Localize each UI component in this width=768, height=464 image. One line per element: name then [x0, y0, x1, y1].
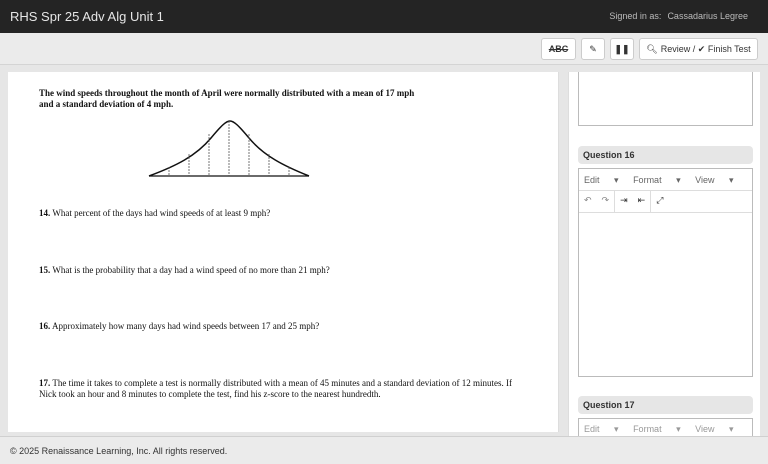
- menu-view[interactable]: View ▾: [695, 424, 733, 434]
- outdent-icon[interactable]: ⇤: [633, 191, 651, 212]
- question-16: 16. Approximately how many days had wind…: [39, 321, 319, 332]
- spellcheck-button[interactable]: ABC: [541, 38, 576, 60]
- question-17-header: Question 17: [578, 396, 753, 414]
- question-14: 14. What percent of the days had wind sp…: [39, 208, 270, 219]
- app-header: RHS Spr 25 Adv Alg Unit 1 Signed in as: C…: [0, 0, 768, 33]
- question-text: Approximately how many days had wind spe…: [52, 321, 320, 331]
- question-15: 15. What is the probability that a day h…: [39, 265, 330, 276]
- question-number: 15.: [39, 265, 51, 275]
- intro-text: The wind speeds throughout the month of …: [39, 88, 415, 109]
- answer-editor-15[interactable]: [578, 72, 753, 126]
- user-name: Cassadarius Legree: [667, 11, 748, 21]
- abc-label: ABC: [548, 44, 569, 54]
- editor-toolbar: ↶ ↷ ⇥ ⇤ ⤢: [579, 191, 752, 213]
- indent-icon[interactable]: ⇥: [615, 191, 633, 212]
- check-icon: ✔: [697, 43, 706, 54]
- menu-view[interactable]: View ▾: [695, 175, 733, 185]
- review-finish-button[interactable]: 🔍︎ Review / ✔ Finish Test: [639, 38, 758, 60]
- pause-button[interactable]: ❚❚: [610, 38, 634, 60]
- notes-button[interactable]: ✎: [581, 38, 605, 60]
- menu-edit[interactable]: Edit ▾: [584, 175, 619, 185]
- normal-curve-image: [148, 120, 310, 177]
- menu-edit[interactable]: Edit ▾: [584, 424, 619, 434]
- answer-editor-17: Edit ▾ Format ▾ View ▾: [578, 418, 753, 436]
- redo-icon[interactable]: ↷: [597, 191, 615, 212]
- toolbar: ABC ✎ ❚❚ 🔍︎ Review / ✔ Finish Test: [0, 33, 768, 65]
- footer: © 2025 Renaissance Learning, Inc. All ri…: [0, 436, 768, 464]
- review-label: Review /: [660, 44, 696, 54]
- question-number: 17.: [39, 378, 51, 388]
- undo-icon[interactable]: ↶: [579, 191, 597, 212]
- finish-label: Finish Test: [707, 44, 751, 54]
- search-icon: 🔍︎: [646, 43, 658, 54]
- question-text: The time it takes to complete a test is …: [39, 378, 512, 399]
- answer-editor-16: Edit ▾ Format ▾ View ▾ ↶ ↷ ⇥ ⇤ ⤢: [578, 168, 753, 377]
- signed-in-info: Signed in as: Cassadarius Legree: [603, 11, 748, 21]
- edit-icon: ✎: [589, 43, 597, 54]
- question-number: 14.: [39, 208, 51, 218]
- editor-menubar: Edit ▾ Format ▾ View ▾: [579, 419, 752, 436]
- editor-menubar: Edit ▾ Format ▾ View ▾: [579, 169, 752, 191]
- menu-format[interactable]: Format ▾: [633, 424, 681, 434]
- test-title: RHS Spr 25 Adv Alg Unit 1: [10, 9, 164, 24]
- question-text: What percent of the days had wind speeds…: [52, 208, 271, 218]
- pause-icon: ❚❚: [614, 43, 630, 54]
- answer-textarea-16[interactable]: [579, 213, 752, 376]
- question-16-header: Question 16: [578, 146, 753, 164]
- copyright-text: © 2025 Renaissance Learning, Inc. All ri…: [10, 446, 228, 456]
- fullscreen-icon[interactable]: ⤢: [651, 191, 668, 212]
- question-17: 17. The time it takes to complete a test…: [39, 378, 514, 400]
- menu-format[interactable]: Format ▾: [633, 175, 681, 185]
- question-text: What is the probability that a day had a…: [52, 265, 330, 275]
- signed-in-label: Signed in as:: [609, 11, 662, 21]
- answer-panel: Question 16 Edit ▾ Format ▾ View ▾ ↶ ↷ ⇥ ⇤…: [568, 72, 760, 436]
- question-content: The wind speeds throughout the month of …: [8, 72, 559, 432]
- question-number: 16.: [39, 321, 51, 331]
